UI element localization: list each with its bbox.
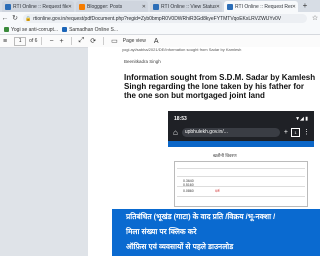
close-tab-icon[interactable]: ✕ xyxy=(216,4,220,10)
phone-header-band xyxy=(168,141,314,147)
url-text: rtionline.gov.in/request/pdfDocument.php… xyxy=(33,15,282,22)
rotate-icon[interactable]: ⟳ xyxy=(90,37,96,45)
tab-label: Bloggger: Posts xyxy=(87,3,123,10)
phone-browser-bar: ⌂ upbhulekh.gov.in/... + 1 ⋮ xyxy=(168,125,314,139)
page-number-input[interactable]: 1 xyxy=(14,36,27,46)
star-icon[interactable]: ☆ xyxy=(310,14,320,24)
tab-label: RTI Online :: View Status Form xyxy=(161,3,216,10)
divider xyxy=(70,37,72,45)
bookmark-label: Samadhan Online S... xyxy=(69,26,118,33)
tab-rti-request[interactable]: RTI Online :: Request Reques ✕ xyxy=(224,1,298,12)
close-tab-icon[interactable]: ✕ xyxy=(142,4,146,10)
document-author: Beenitkadra Singh xyxy=(124,59,161,64)
bookmark-label: Yogi se anti-corrupt... xyxy=(11,26,59,33)
new-tab-button[interactable]: + xyxy=(300,1,310,11)
form-rule xyxy=(177,168,305,169)
address-bar-row: ← ↻ 🔒 rtionline.gov.in/request/pdfDocume… xyxy=(0,12,320,25)
form-value: दर्ज xyxy=(215,189,220,193)
notice-line: मिला संख्या पर क्लिक करे xyxy=(126,227,197,236)
tab-counter: 1 xyxy=(291,127,300,137)
rti-favicon-icon xyxy=(5,3,11,10)
form-value: 0.5160 xyxy=(183,183,194,187)
page-count: of 6 xyxy=(29,38,38,44)
bookmarks-bar: Yogi se anti-corrupt... Samadhan Online … xyxy=(0,25,320,35)
bookmark-yogi[interactable]: Yogi se anti-corrupt... xyxy=(4,27,58,33)
hindi-notice-banner: प्रतिबंधित (भूखंड (गाटा) के वाद प्रति /व… xyxy=(112,209,320,256)
form-value: 0.0860 xyxy=(183,189,194,193)
phone-url-text: upbhulekh.gov.in/... xyxy=(184,129,228,135)
bookmark-favicon-icon xyxy=(4,27,9,32)
rti-favicon-icon xyxy=(227,3,233,10)
url-field[interactable]: 🔒 rtionline.gov.in/request/pdfDocument.p… xyxy=(23,14,307,23)
land-record-form: 0.3640 0.5160 0.0860 दर्ज xyxy=(174,161,308,207)
lock-icon: 🔒 xyxy=(25,15,32,22)
page-view-label[interactable]: Page view xyxy=(123,38,146,44)
tab-blogger-posts[interactable]: Bloggger: Posts ✕ xyxy=(76,1,148,12)
phone-time: 18:53 xyxy=(174,116,187,122)
tab-bar: RTI Online :: Request filed succe ✕ Blog… xyxy=(0,0,320,12)
notice-line: ऑफ़िस एवं व्यवसायों से पहले डाउनलोड xyxy=(126,242,234,251)
blogger-favicon-icon xyxy=(79,3,85,10)
form-title: खतौनी विवरण xyxy=(213,153,237,158)
form-rule xyxy=(177,176,305,177)
document-heading: Information sought from S.D.M. Sadar by … xyxy=(124,73,316,100)
phone-signal-icon: ▼◢ ▮ xyxy=(295,116,308,122)
menu-icon: ⋮ xyxy=(303,129,310,136)
document-meta: yogi.ayi/sabha/2021/DE/Information sough… xyxy=(122,47,242,52)
close-tab-icon[interactable]: ✕ xyxy=(68,4,72,10)
tab-rti-request-filed[interactable]: RTI Online :: Request filed succe ✕ xyxy=(2,1,74,12)
phone-status-bar: 18:53 ▼◢ ▮ xyxy=(174,115,308,123)
home-icon: ⌂ xyxy=(173,127,178,137)
tab-label: RTI Online :: Request Reques xyxy=(235,3,292,10)
tab-label: RTI Online :: Request filed succe xyxy=(13,3,68,10)
zoom-in-icon[interactable]: + xyxy=(60,38,64,45)
bookmark-samadhan[interactable]: Samadhan Online S... xyxy=(62,27,118,33)
close-tab-icon[interactable]: ✕ xyxy=(292,4,296,10)
add-tab-icon: + xyxy=(283,128,288,136)
rti-favicon-icon xyxy=(153,3,159,10)
zoom-out-icon[interactable]: − xyxy=(49,38,53,45)
refresh-icon[interactable]: ↻ xyxy=(10,14,20,24)
form-rule xyxy=(177,196,305,197)
divider xyxy=(41,37,43,45)
form-rule xyxy=(177,186,305,187)
notice-line: प्रतिबंधित (भूखंड (गाटा) के वाद प्रति /व… xyxy=(126,212,276,221)
phone-url-field: upbhulekh.gov.in/... xyxy=(181,127,280,137)
back-icon[interactable]: ← xyxy=(0,14,10,24)
tab-rti-view-status[interactable]: RTI Online :: View Status Form ✕ xyxy=(150,1,222,12)
divider xyxy=(103,37,105,45)
page-view-icon[interactable]: ▭ xyxy=(111,37,118,45)
list-icon[interactable]: ≡ xyxy=(3,38,7,45)
read-aloud-icon[interactable]: A xyxy=(154,38,159,45)
fit-page-icon[interactable]: ⤢ xyxy=(79,37,85,45)
bookmark-favicon-icon xyxy=(62,27,68,32)
